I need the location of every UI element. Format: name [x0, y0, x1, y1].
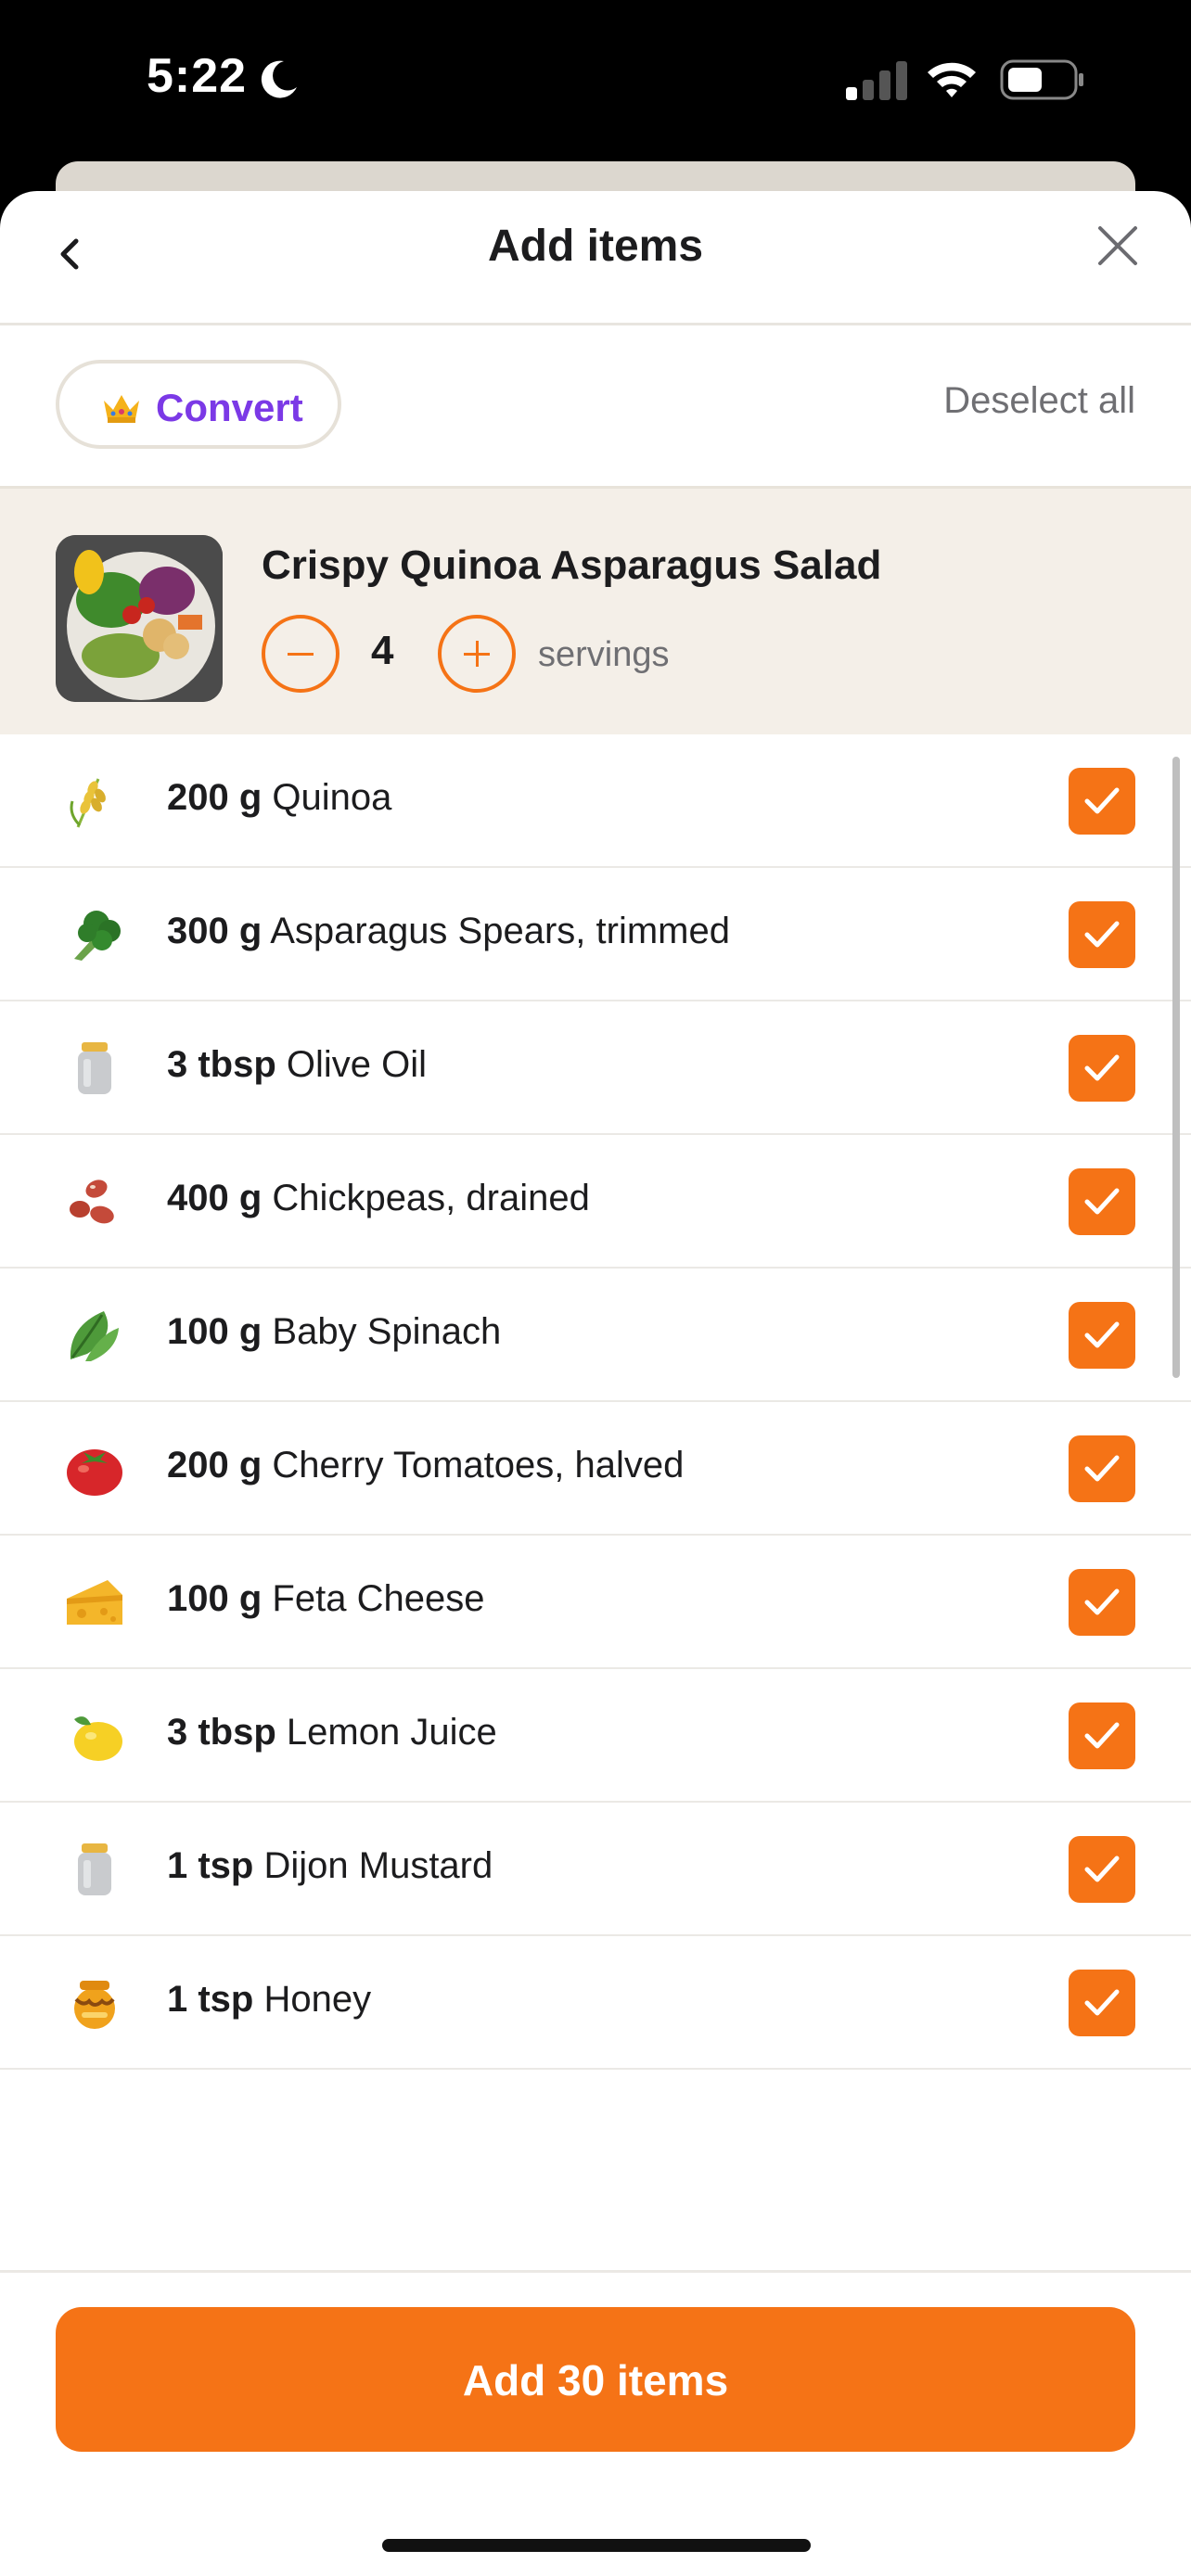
- honey-pot-icon: [74, 1981, 115, 2029]
- item-name: Honey: [263, 1979, 372, 2020]
- checkmark-icon: [1084, 1188, 1120, 1215]
- list-item[interactable]: 100 g Feta Cheese: [0, 1536, 1191, 1669]
- recipe-header: Crispy Quinoa Asparagus Salad 4 servings: [0, 486, 1191, 734]
- close-icon[interactable]: [1091, 219, 1145, 273]
- list-item[interactable]: 1 tsp Dijon Mustard: [0, 1803, 1191, 1936]
- header-divider: [0, 323, 1191, 325]
- item-checkbox[interactable]: [1069, 1435, 1135, 1502]
- checkmark-icon: [1084, 1054, 1120, 1081]
- broccoli-icon: [74, 911, 121, 961]
- checkmark-icon: [1084, 1588, 1120, 1615]
- ingredient-list: 200 g Quinoa 300 g Asparagus Spears, tri…: [0, 734, 1191, 2070]
- checkmark-icon: [1084, 1321, 1120, 1348]
- grain-icon: [70, 778, 106, 828]
- item-quantity: 3 tbsp: [167, 1712, 276, 1753]
- item-name: Cherry Tomatoes, halved: [272, 1445, 685, 1486]
- item-checkbox[interactable]: [1069, 768, 1135, 835]
- item-name: Chickpeas, drained: [272, 1178, 590, 1218]
- checkmark-icon: [1084, 921, 1120, 948]
- list-item[interactable]: 200 g Cherry Tomatoes, halved: [0, 1402, 1191, 1536]
- item-quantity: 200 g: [167, 777, 263, 818]
- battery-icon: [1000, 59, 1083, 100]
- list-item[interactable]: 200 g Quinoa: [0, 734, 1191, 868]
- recipe-thumbnail: [56, 535, 223, 702]
- item-name: Olive Oil: [286, 1044, 428, 1085]
- decrease-servings-button[interactable]: [262, 615, 339, 693]
- lemon-icon: [74, 1716, 122, 1761]
- item-checkbox[interactable]: [1069, 1702, 1135, 1769]
- status-time: 5:22: [147, 49, 248, 103]
- convert-button[interactable]: Convert: [56, 360, 341, 449]
- leafy-greens-icon: [70, 1311, 119, 1361]
- item-checkbox[interactable]: [1069, 1035, 1135, 1102]
- cellular-signal-icon: [846, 61, 907, 100]
- cheese-icon: [67, 1580, 122, 1625]
- item-checkbox[interactable]: [1069, 1302, 1135, 1369]
- increase-servings-button[interactable]: [438, 615, 516, 693]
- item-name: Quinoa: [272, 777, 392, 818]
- beans-icon: [70, 1180, 114, 1224]
- list-item[interactable]: 400 g Chickpeas, drained: [0, 1135, 1191, 1269]
- item-quantity: 3 tbsp: [167, 1044, 276, 1085]
- page-title: Add items: [487, 222, 704, 271]
- checkmark-icon: [1084, 1989, 1120, 2016]
- moon-icon: [261, 60, 297, 98]
- jar-icon: [78, 1042, 111, 1094]
- jar-icon: [78, 1843, 111, 1895]
- checkmark-icon: [1084, 1455, 1120, 1482]
- item-checkbox[interactable]: [1069, 1168, 1135, 1235]
- convert-label: Convert: [156, 386, 303, 429]
- item-name: Asparagus Spears, trimmed: [270, 911, 730, 951]
- item-name: Dijon Mustard: [263, 1845, 493, 1886]
- servings-count: 4: [371, 628, 394, 673]
- servings-label: servings: [538, 635, 670, 674]
- list-item[interactable]: 1 tsp Honey: [0, 1936, 1191, 2070]
- checkmark-icon: [1084, 1722, 1120, 1749]
- salad-image: [56, 535, 223, 702]
- list-item[interactable]: 300 g Asparagus Spears, trimmed: [0, 868, 1191, 1001]
- item-quantity: 400 g: [167, 1178, 263, 1218]
- item-quantity: 100 g: [167, 1578, 263, 1619]
- crown-icon: [104, 395, 139, 423]
- item-name: Baby Spinach: [272, 1311, 502, 1352]
- item-checkbox[interactable]: [1069, 1569, 1135, 1636]
- deselect-all-button[interactable]: Deselect all: [943, 380, 1135, 422]
- checkmark-icon: [1084, 787, 1120, 814]
- item-quantity: 1 tsp: [167, 1845, 254, 1886]
- item-quantity: 100 g: [167, 1311, 263, 1352]
- status-bar: 5:22: [0, 0, 1191, 163]
- tomato-icon: [67, 1449, 122, 1496]
- wifi-icon: [928, 62, 976, 97]
- home-indicator: [382, 2539, 811, 2552]
- add-items-label: Add 30 items: [462, 2356, 729, 2404]
- checkmark-icon: [1084, 1855, 1120, 1882]
- item-checkbox[interactable]: [1069, 1836, 1135, 1903]
- add-items-button[interactable]: Add 30 items: [56, 2307, 1135, 2452]
- list-item[interactable]: 100 g Baby Spinach: [0, 1269, 1191, 1402]
- item-quantity: 1 tsp: [167, 1979, 254, 2020]
- item-name: Feta Cheese: [272, 1578, 485, 1619]
- item-checkbox[interactable]: [1069, 1970, 1135, 2036]
- list-item[interactable]: 3 tbsp Olive Oil: [0, 1001, 1191, 1135]
- item-checkbox[interactable]: [1069, 901, 1135, 968]
- item-name: Lemon Juice: [286, 1712, 497, 1753]
- recipe-title: Crispy Quinoa Asparagus Salad: [262, 542, 882, 588]
- item-quantity: 300 g: [167, 911, 263, 951]
- item-quantity: 200 g: [167, 1445, 263, 1486]
- list-item[interactable]: 3 tbsp Lemon Juice: [0, 1669, 1191, 1803]
- scrollbar[interactable]: [1172, 757, 1180, 1378]
